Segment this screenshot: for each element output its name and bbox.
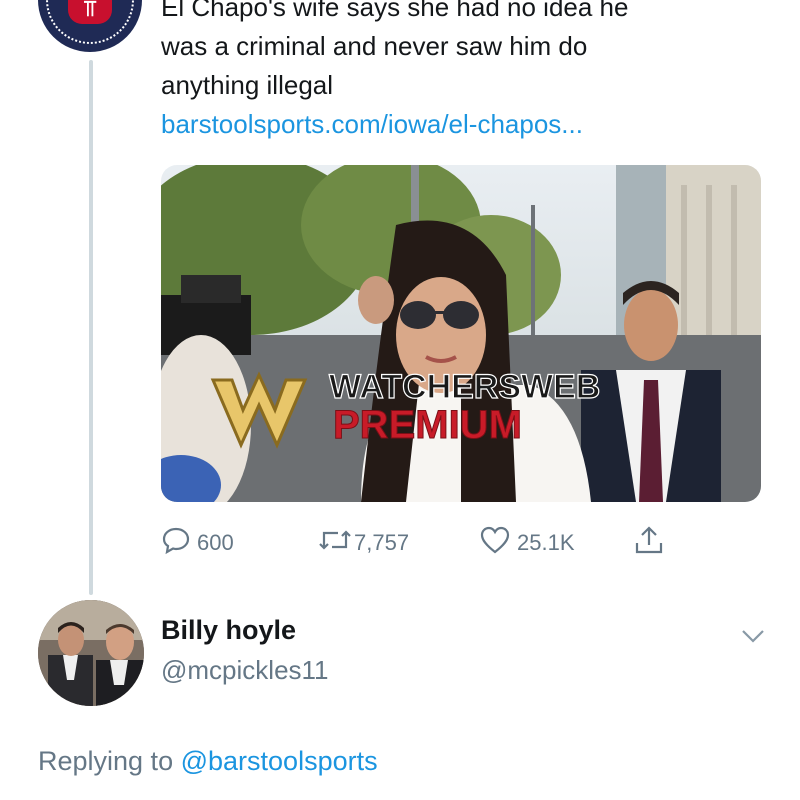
replying-prefix: Replying to	[38, 746, 174, 776]
share-icon	[633, 524, 665, 562]
reply-handle[interactable]: @mcpickles11	[161, 655, 329, 686]
reply-button[interactable]: 600	[161, 523, 234, 563]
tweet-text-line: anything illegal	[161, 70, 334, 100]
reply-bubble-icon	[161, 525, 191, 561]
retweet-icon	[318, 525, 352, 561]
tweet-text: El Chapo's wife says she had no idea he …	[161, 0, 761, 144]
thread-line	[89, 60, 93, 595]
replying-mention-link[interactable]: @barstoolsports	[181, 746, 378, 776]
watermark-bottom-text: PREMIUM	[333, 403, 522, 447]
reply-count: 600	[197, 530, 234, 555]
tweet-text-line: El Chapo's wife says she had no idea he	[161, 0, 629, 22]
like-button[interactable]: 25.1K	[479, 523, 575, 563]
avatar-photo	[38, 600, 144, 706]
replying-to: Replying to @barstoolsports	[38, 746, 378, 777]
reply-display-name[interactable]: Billy hoyle	[161, 615, 296, 646]
retweet-button[interactable]: 7,757	[318, 523, 409, 563]
photo-illustration: WATCHERSWEB PREMIUM	[161, 165, 761, 502]
barstool-avatar[interactable]: ⫪	[38, 0, 142, 52]
tweet-actions: 600 7,757 25.1K	[161, 523, 721, 563]
heart-icon	[479, 525, 511, 561]
billy-hoyle-avatar[interactable]	[38, 600, 144, 706]
tweet-media-photo[interactable]: WATCHERSWEB PREMIUM	[161, 165, 761, 502]
like-count: 25.1K	[517, 530, 575, 555]
watermark-top-text: WATCHERSWEB	[329, 368, 600, 406]
tweet-text-line: was a criminal and never saw him do	[161, 31, 588, 61]
tweet-link[interactable]: barstoolsports.com/iowa/el-chapos...	[161, 105, 761, 144]
barstool-logo-icon: ⫪	[68, 0, 112, 24]
chevron-down-icon[interactable]	[738, 624, 768, 648]
share-button[interactable]	[633, 523, 671, 563]
retweet-count: 7,757	[354, 530, 410, 555]
